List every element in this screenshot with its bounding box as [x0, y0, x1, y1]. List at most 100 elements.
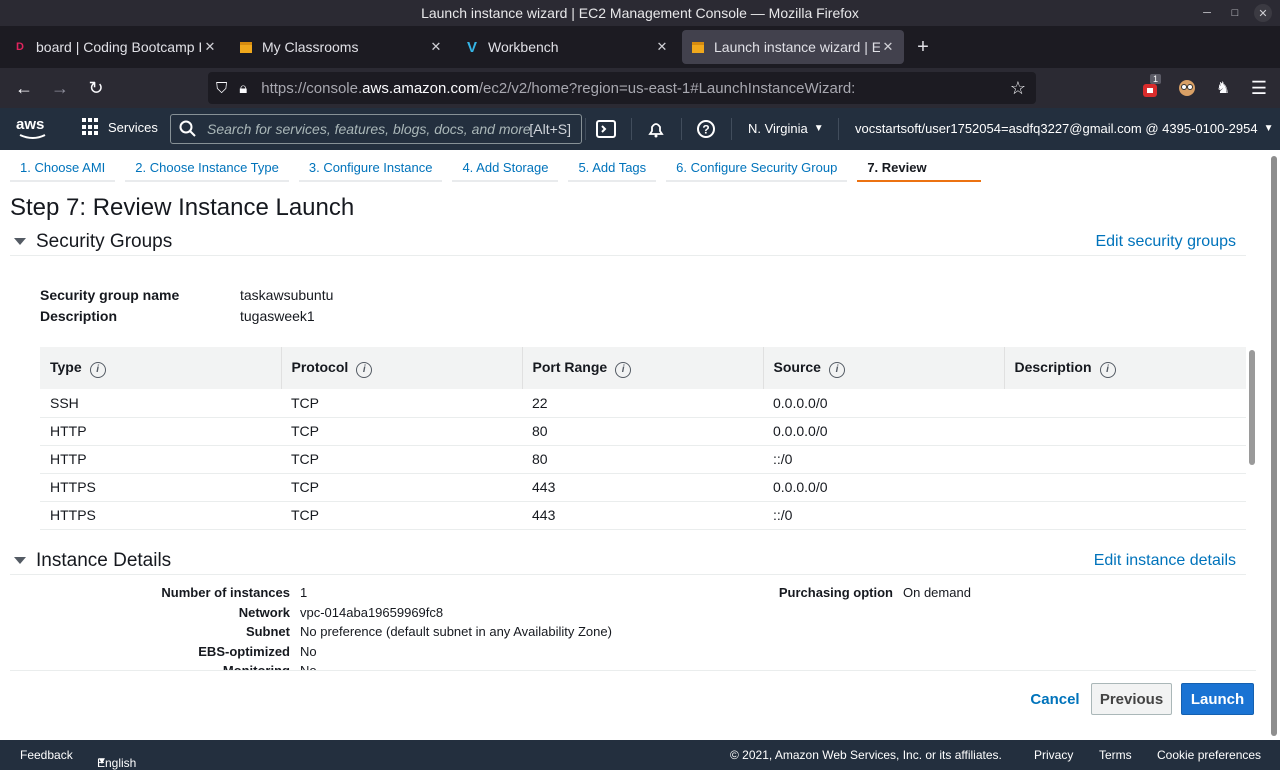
- close-tab-icon[interactable]: ✕: [202, 39, 218, 55]
- cloudshell-icon[interactable]: [595, 118, 617, 140]
- aws-logo-text: aws: [16, 116, 45, 133]
- close-tab-icon[interactable]: ✕: [880, 39, 896, 55]
- browser-tab[interactable]: D board | Coding Bootcamp In ✕: [4, 30, 226, 64]
- minimize-icon[interactable]: ─: [1198, 4, 1216, 22]
- edit-instance-details-link[interactable]: Edit instance details: [1094, 552, 1236, 570]
- page-title: Step 7: Review Instance Launch: [10, 194, 355, 221]
- wizard-actions: Cancel Previous Launch: [10, 670, 1256, 740]
- collapse-triangle-icon[interactable]: [14, 238, 26, 245]
- info-icon[interactable]: i: [89, 361, 106, 378]
- tab-title: Workbench: [488, 39, 559, 55]
- new-tab-icon[interactable]: +: [908, 32, 938, 62]
- detail-value: vpc-014aba19659969fc8: [300, 605, 444, 620]
- column-header-description: Description i: [1004, 347, 1246, 389]
- forward-icon[interactable]: →: [42, 72, 78, 104]
- sg-desc-value: tugasweek1: [240, 308, 315, 324]
- back-icon[interactable]: ←: [6, 72, 42, 104]
- bookmark-star-icon[interactable]: ☆: [1010, 78, 1026, 99]
- cell-source: 0.0.0.0/0: [763, 473, 1004, 502]
- aws-logo[interactable]: aws: [16, 116, 50, 142]
- cell-type: HTTP: [40, 417, 281, 446]
- launch-button[interactable]: Launch: [1181, 683, 1254, 715]
- feedback-link[interactable]: Feedback: [20, 748, 73, 762]
- bell-icon[interactable]: [645, 118, 667, 140]
- section-title: Instance Details: [36, 549, 172, 571]
- wizard-content: 1. Choose AMI 2. Choose Instance Type 3.…: [0, 150, 1268, 740]
- gnome-extension-icon[interactable]: ♞: [1210, 78, 1236, 98]
- scrollbar-thumb[interactable]: [1271, 156, 1277, 736]
- table-scrollbar[interactable]: [1249, 350, 1255, 465]
- copyright-text: © 2021, Amazon Web Services, Inc. or its…: [730, 748, 1002, 762]
- reload-icon[interactable]: ↻: [78, 72, 114, 104]
- account-label: vocstartsoft/user1752054=asdfq3227@gmail…: [855, 121, 1258, 136]
- info-icon[interactable]: i: [1099, 361, 1116, 378]
- column-header-protocol: Protocol i: [281, 347, 523, 389]
- previous-button[interactable]: Previous: [1091, 683, 1172, 715]
- region-selector[interactable]: N. Virginia ▼: [748, 121, 824, 136]
- cell-description: [1004, 501, 1246, 530]
- step-configure-security-group[interactable]: 6. Configure Security Group: [666, 156, 848, 182]
- cell-protocol: TCP: [281, 445, 522, 474]
- lock-icon[interactable]: 🔒︎: [239, 80, 247, 97]
- aws-console-header: aws Services Search for services, featur…: [0, 108, 1280, 150]
- cell-type: HTTPS: [40, 501, 281, 530]
- edit-security-groups-link[interactable]: Edit security groups: [1095, 233, 1236, 251]
- help-icon[interactable]: ?: [695, 118, 717, 140]
- browser-tab[interactable]: V Workbench ✕: [456, 30, 678, 64]
- search-icon: [179, 120, 196, 137]
- collapse-triangle-icon[interactable]: [14, 557, 26, 564]
- step-add-tags[interactable]: 5. Add Tags: [568, 156, 657, 182]
- menu-icon[interactable]: ☰: [1246, 78, 1272, 99]
- privacy-link[interactable]: Privacy: [1034, 748, 1073, 762]
- profile-icon[interactable]: [1174, 75, 1200, 101]
- table-row: HTTPS TCP 443 ::/0: [40, 501, 1246, 530]
- step-choose-ami[interactable]: 1. Choose AMI: [10, 156, 116, 182]
- tab-title: Launch instance wizard | EC: [714, 39, 880, 55]
- cell-source: 0.0.0.0/0: [763, 417, 1004, 446]
- page-scrollbar[interactable]: [1268, 150, 1280, 740]
- detail-value: No: [300, 644, 317, 659]
- column-header-type: Type i: [40, 347, 282, 389]
- aws-box-icon: [690, 39, 706, 55]
- aws-footer: Feedback English (US) ▼ © 2021, Amazon W…: [0, 740, 1280, 784]
- maximize-icon[interactable]: □: [1226, 4, 1244, 22]
- detail-label: Network: [238, 605, 290, 620]
- detail-label: EBS-optimized: [198, 644, 290, 659]
- step-add-storage[interactable]: 4. Add Storage: [452, 156, 559, 182]
- cookie-preferences-link[interactable]: Cookie preferences: [1157, 748, 1261, 762]
- detail-label: Number of instances: [161, 585, 290, 600]
- step-review[interactable]: 7. Review: [857, 156, 981, 182]
- close-tab-icon[interactable]: ✕: [654, 39, 670, 55]
- detail-label: Subnet: [245, 624, 290, 639]
- account-menu[interactable]: vocstartsoft/user1752054=asdfq3227@gmail…: [855, 121, 1273, 136]
- extension-icon[interactable]: 1: [1140, 74, 1164, 100]
- wizard-steps: 1. Choose AMI 2. Choose Instance Type 3.…: [10, 156, 991, 182]
- caret-down-icon: ▼: [97, 756, 107, 767]
- url-bar[interactable]: ⛉ 🔒︎ https://console. aws.amazon.com/ec2/…: [208, 72, 1036, 104]
- search-shortcut: [Alt+S]: [529, 121, 571, 137]
- table-row: SSH TCP 22 0.0.0.0/0: [40, 389, 1246, 418]
- sg-name-value: taskawsubuntu: [240, 287, 334, 303]
- security-groups-header[interactable]: Security Groups Edit security groups: [10, 228, 1246, 256]
- table-row: HTTP TCP 80 ::/0: [40, 445, 1246, 474]
- step-choose-instance-type[interactable]: 2. Choose Instance Type: [125, 156, 289, 182]
- sg-desc-label: Description: [40, 308, 118, 324]
- cancel-button[interactable]: Cancel: [1020, 683, 1090, 715]
- close-tab-icon[interactable]: ✕: [428, 39, 444, 55]
- step-configure-instance[interactable]: 3. Configure Instance: [298, 156, 443, 182]
- detail-value: No preference (default subnet in any Ava…: [300, 624, 612, 639]
- terms-link[interactable]: Terms: [1099, 748, 1132, 762]
- info-icon[interactable]: i: [828, 361, 845, 378]
- search-input[interactable]: Search for services, features, blogs, do…: [170, 114, 582, 144]
- info-icon[interactable]: i: [356, 361, 373, 378]
- info-icon[interactable]: i: [615, 361, 632, 378]
- browser-tab[interactable]: My Classrooms ✕: [230, 30, 452, 64]
- browser-tab-active[interactable]: Launch instance wizard | EC ✕: [682, 30, 904, 64]
- tab-title: board | Coding Bootcamp In: [36, 39, 202, 55]
- instance-details-header[interactable]: Instance Details Edit instance details: [10, 547, 1246, 575]
- close-window-icon[interactable]: ✕: [1254, 4, 1272, 22]
- services-button[interactable]: Services: [82, 118, 158, 136]
- shield-icon[interactable]: ⛉: [216, 80, 227, 97]
- dicoding-icon: D: [16, 41, 24, 53]
- cell-description: [1004, 473, 1246, 502]
